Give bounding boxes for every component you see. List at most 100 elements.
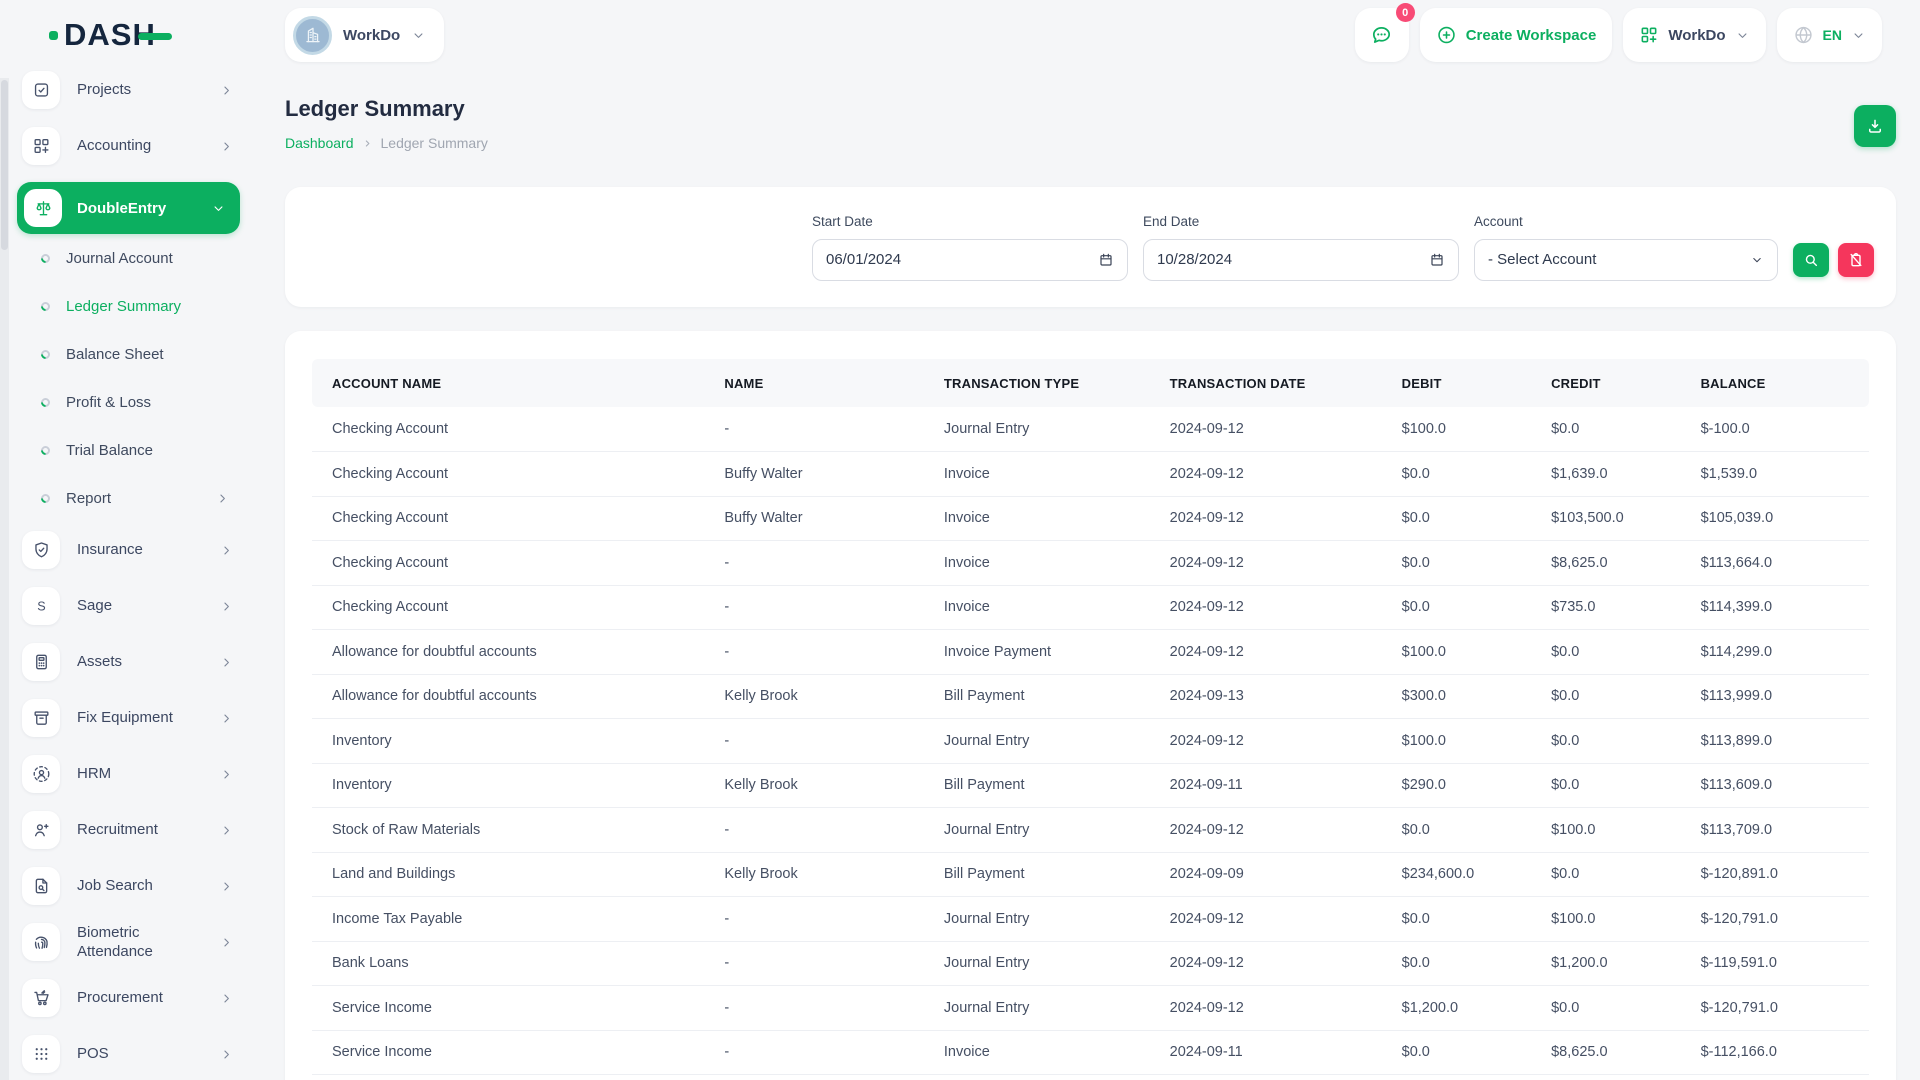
cell-transaction-date: 2024-09-12: [1150, 407, 1382, 452]
app-switcher-label: WorkDo: [1668, 27, 1725, 44]
cell-balance: $114,299.0: [1681, 630, 1869, 675]
sidebar-item-label: Job Search: [77, 876, 199, 896]
download-button[interactable]: [1854, 105, 1896, 147]
page-title: Ledger Summary: [285, 96, 1896, 122]
search-icon: [1803, 185, 1819, 335]
messages-button[interactable]: 0: [1355, 8, 1409, 62]
cell-name: Buffy Walter: [704, 452, 924, 497]
table-row: Service Income-Invoice2024-09-11$0.0$8,6…: [312, 1030, 1869, 1075]
cell-transaction-type: Bill Payment: [924, 852, 1150, 897]
table-row: Checking Account-Journal Entry2024-09-12…: [312, 407, 1869, 452]
cell-balance: $105,039.0: [1681, 496, 1869, 541]
sidebar-scrollbar[interactable]: [0, 78, 9, 1080]
account-select-value: - Select Account: [1488, 251, 1750, 268]
calendar-icon[interactable]: [1429, 185, 1445, 335]
cell-debit: $234,600.0: [1382, 852, 1531, 897]
cell-transaction-date: 2024-09-09: [1150, 852, 1382, 897]
search-button[interactable]: [1793, 243, 1829, 277]
sidebar-scrollbar-thumb[interactable]: [1, 80, 8, 250]
end-date-label: End Date: [1143, 214, 1459, 229]
cell-transaction-type: Invoice: [924, 496, 1150, 541]
sidebar-subitem-label: Journal Account: [66, 250, 173, 267]
cell-transaction-date: 2024-09-12: [1150, 452, 1382, 497]
cell-debit: $0.0: [1382, 941, 1531, 986]
language-label: EN: [1823, 27, 1842, 43]
cell-account-name: Bank Loans: [312, 941, 704, 986]
table-row: Checking Account-Invoice2024-09-12$0.0$8…: [312, 541, 1869, 586]
table-row: Income Tax Payable-Journal Entry2024-09-…: [312, 897, 1869, 942]
cell-debit: $0.0: [1382, 452, 1531, 497]
cell-credit: $0.0: [1531, 630, 1680, 675]
sidebar-item-doubleentry[interactable]: DoubleEntry: [17, 182, 240, 234]
end-date-input-wrap[interactable]: [1143, 239, 1459, 281]
create-workspace-button[interactable]: Create Workspace: [1420, 8, 1613, 62]
start-date-input[interactable]: [826, 251, 1098, 268]
cell-account-name: Checking Account: [312, 496, 704, 541]
chevron-down-icon: [1750, 185, 1764, 335]
cell-name: -: [704, 1030, 924, 1075]
cell-balance: $113,999.0: [1681, 674, 1869, 719]
app-switcher[interactable]: WorkDo: [1623, 8, 1765, 62]
column-header-debit: DEBIT: [1382, 359, 1531, 407]
cell-transaction-date: 2024-09-12: [1150, 897, 1382, 942]
table-header-row: ACCOUNT NAMENAMETRANSACTION TYPETRANSACT…: [312, 359, 1869, 407]
cell-debit: $290.0: [1382, 763, 1531, 808]
cell-transaction-type: Journal Entry: [924, 808, 1150, 853]
end-date-input[interactable]: [1157, 251, 1429, 268]
brand-logo: DASH: [64, 17, 156, 53]
chevron-right-icon: [219, 139, 234, 154]
sidebar-item-pos[interactable]: POS: [17, 1034, 240, 1074]
filter-card: Start Date End Date Account - Select Acc…: [285, 187, 1896, 307]
cell-name: Kelly Brook: [704, 852, 924, 897]
breadcrumb-dashboard-link[interactable]: Dashboard: [285, 135, 354, 151]
column-header-transaction-date: TRANSACTION DATE: [1150, 359, 1382, 407]
cell-debit: $0.0: [1382, 541, 1531, 586]
cell-balance: $-100.0: [1681, 407, 1869, 452]
cell-balance: $113,609.0: [1681, 763, 1869, 808]
chevron-down-icon: [211, 201, 226, 216]
cell-debit: $0.0: [1382, 585, 1531, 630]
cell-account-name: Checking Account: [312, 541, 704, 586]
header-actions: 0 Create Workspace WorkDo EN: [1355, 8, 1882, 62]
sidebar-item-label: Procurement: [77, 988, 199, 1008]
calendar-icon[interactable]: [1098, 185, 1114, 335]
chevron-right-icon: [219, 1047, 234, 1062]
sidebar-subitem-balance-sheet[interactable]: Balance Sheet: [17, 330, 240, 378]
column-header-transaction-type: TRANSACTION TYPE: [924, 359, 1150, 407]
workspace-avatar: [293, 16, 332, 55]
cell-balance: $113,709.0: [1681, 808, 1869, 853]
cell-balance: $-112,166.0: [1681, 1030, 1869, 1075]
cell-account-name: Checking Account: [312, 585, 704, 630]
dots-icon: [32, 979, 51, 1080]
sidebar-item-label: Insurance: [77, 540, 199, 560]
cell-transaction-type: Invoice: [924, 1030, 1150, 1075]
logo-dot-icon: [49, 31, 58, 40]
cell-balance: $-120,891.0: [1681, 852, 1869, 897]
sidebar-subitem-ledger-summary[interactable]: Ledger Summary: [17, 282, 240, 330]
sidebar-subitem-profit-loss[interactable]: Profit & Loss: [17, 378, 240, 426]
workspace-selector[interactable]: WorkDo: [285, 8, 444, 62]
table-row: Checking AccountBuffy WalterInvoice2024-…: [312, 452, 1869, 497]
cell-credit: $0.0: [1531, 763, 1680, 808]
account-select[interactable]: - Select Account: [1474, 239, 1778, 281]
cell-name: -: [704, 585, 924, 630]
cell-credit: $0.0: [1531, 674, 1680, 719]
cell-transaction-date: 2024-09-13: [1150, 674, 1382, 719]
sidebar-subitem-trial-balance[interactable]: Trial Balance: [17, 426, 240, 474]
cell-transaction-date: 2024-09-12: [1150, 986, 1382, 1031]
cell-name: -: [704, 941, 924, 986]
cell-transaction-type: Journal Entry: [924, 986, 1150, 1031]
start-date-input-wrap[interactable]: [812, 239, 1128, 281]
cell-name: -: [704, 897, 924, 942]
cell-name: -: [704, 541, 924, 586]
bullet-icon: [39, 444, 52, 457]
cell-transaction-date: 2024-09-12: [1150, 541, 1382, 586]
notification-badge: 0: [1396, 3, 1415, 22]
cell-account-name: Service Income: [312, 986, 704, 1031]
sidebar-item-label: POS: [77, 1044, 199, 1064]
cell-credit: $8,625.0: [1531, 541, 1680, 586]
start-date-field: Start Date: [812, 214, 1128, 281]
account-label: Account: [1474, 214, 1778, 229]
bullet-icon: [39, 396, 52, 409]
reset-filter-button[interactable]: [1838, 243, 1874, 277]
